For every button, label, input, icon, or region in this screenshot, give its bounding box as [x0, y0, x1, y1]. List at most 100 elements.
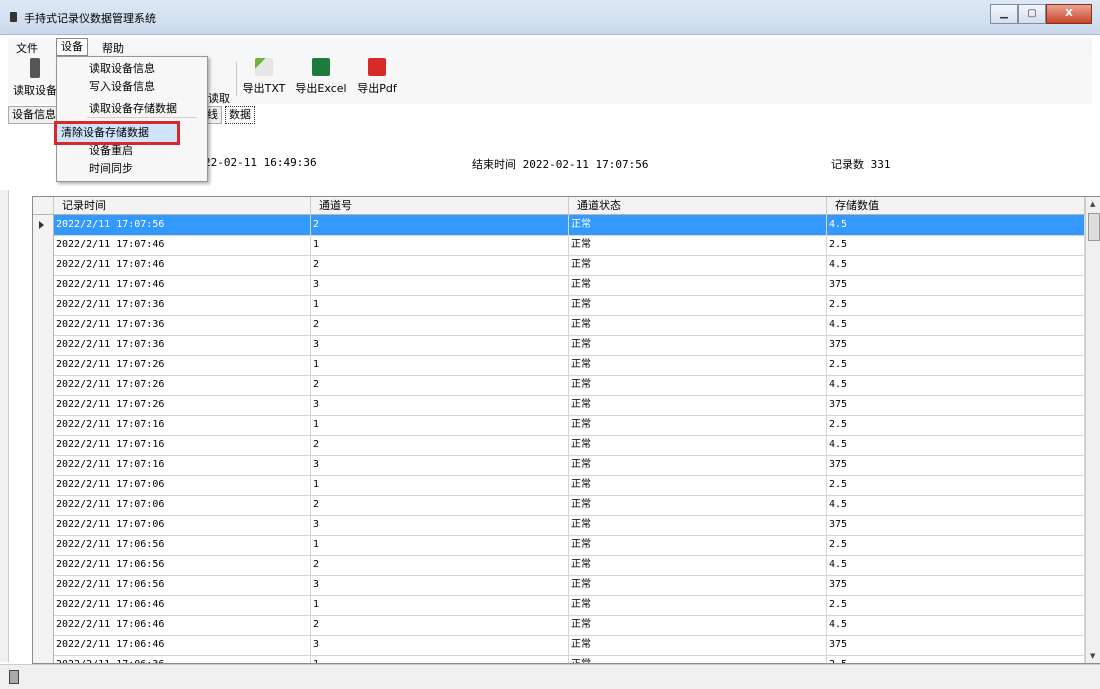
menu-item-read-device-info[interactable]: 读取设备信息: [61, 61, 203, 77]
cell-channel[interactable]: 3: [311, 575, 569, 595]
row-header[interactable]: [33, 215, 54, 235]
cell-status[interactable]: 正常: [569, 415, 827, 435]
cell-value[interactable]: 375: [827, 275, 1085, 295]
cell-record-time[interactable]: 2022/2/11 17:06:46: [54, 635, 311, 655]
row-header[interactable]: [33, 495, 54, 515]
menu-item-device-restart[interactable]: 设备重启: [61, 143, 203, 159]
cell-value[interactable]: 4.5: [827, 495, 1085, 515]
minimize-button[interactable]: ▁: [990, 4, 1018, 24]
cell-value[interactable]: 2.5: [827, 415, 1085, 435]
cell-status[interactable]: 正常: [569, 215, 827, 235]
cell-record-time[interactable]: 2022/2/11 17:07:46: [54, 275, 311, 295]
cell-channel[interactable]: 3: [311, 455, 569, 475]
cell-status[interactable]: 正常: [569, 655, 827, 663]
table-row[interactable]: 2022/2/11 17:07:06 3 正常 375: [33, 515, 1085, 536]
cell-channel[interactable]: 3: [311, 635, 569, 655]
cell-record-time[interactable]: 2022/2/11 17:07:36: [54, 335, 311, 355]
cell-record-time[interactable]: 2022/2/11 17:07:26: [54, 355, 311, 375]
cell-value[interactable]: 2.5: [827, 295, 1085, 315]
cell-channel[interactable]: 1: [311, 355, 569, 375]
scroll-down-icon[interactable]: ▼: [1090, 652, 1095, 660]
row-header[interactable]: [33, 375, 54, 395]
cell-channel[interactable]: 3: [311, 335, 569, 355]
row-header[interactable]: [33, 575, 54, 595]
cell-record-time[interactable]: 2022/2/11 17:06:56: [54, 535, 311, 555]
row-header[interactable]: [33, 255, 54, 275]
cell-value[interactable]: 375: [827, 575, 1085, 595]
cell-record-time[interactable]: 2022/2/11 17:07:26: [54, 395, 311, 415]
menu-item-time-sync[interactable]: 时间同步: [61, 161, 203, 177]
cell-record-time[interactable]: 2022/2/11 17:06:46: [54, 615, 311, 635]
row-header[interactable]: [33, 315, 54, 335]
cell-channel[interactable]: 3: [311, 515, 569, 535]
cell-record-time[interactable]: 2022/2/11 17:07:06: [54, 515, 311, 535]
read-button[interactable]: 读取: [204, 90, 234, 106]
cell-value[interactable]: 4.5: [827, 375, 1085, 395]
cell-status[interactable]: 正常: [569, 315, 827, 335]
cell-channel[interactable]: 1: [311, 415, 569, 435]
cell-value[interactable]: 2.5: [827, 355, 1085, 375]
cell-record-time[interactable]: 2022/2/11 17:07:56: [54, 215, 311, 235]
row-header[interactable]: [33, 475, 54, 495]
table-row[interactable]: 2022/2/11 17:06:56 1 正常 2.5: [33, 535, 1085, 556]
cell-record-time[interactable]: 2022/2/11 17:07:06: [54, 495, 311, 515]
cell-record-time[interactable]: 2022/2/11 17:06:56: [54, 555, 311, 575]
cell-value[interactable]: 375: [827, 635, 1085, 655]
cell-record-time[interactable]: 2022/2/11 17:07:16: [54, 455, 311, 475]
cell-status[interactable]: 正常: [569, 535, 827, 555]
row-header[interactable]: [33, 455, 54, 475]
cell-status[interactable]: 正常: [569, 635, 827, 655]
cell-record-time[interactable]: 2022/2/11 17:07:16: [54, 435, 311, 455]
row-header[interactable]: [33, 235, 54, 255]
close-button[interactable]: X: [1046, 4, 1092, 24]
cell-status[interactable]: 正常: [569, 255, 827, 275]
cell-status[interactable]: 正常: [569, 515, 827, 535]
cell-record-time[interactable]: 2022/2/11 17:06:36: [54, 655, 311, 663]
export-excel-button[interactable]: 导出Excel: [290, 56, 352, 96]
cell-value[interactable]: 4.5: [827, 555, 1085, 575]
row-header[interactable]: [33, 275, 54, 295]
cell-value[interactable]: 4.5: [827, 615, 1085, 635]
cell-value[interactable]: 4.5: [827, 435, 1085, 455]
tab-device-info[interactable]: 设备信息: [8, 106, 60, 124]
cell-status[interactable]: 正常: [569, 275, 827, 295]
cell-channel[interactable]: 1: [311, 655, 569, 663]
row-header[interactable]: [33, 395, 54, 415]
row-header[interactable]: [33, 355, 54, 375]
scroll-thumb[interactable]: [1088, 213, 1100, 241]
table-row[interactable]: 2022/2/11 17:07:56 2 正常 4.5: [33, 215, 1085, 236]
scroll-up-icon[interactable]: ▲: [1090, 200, 1095, 208]
cell-value[interactable]: 375: [827, 395, 1085, 415]
row-header[interactable]: [33, 535, 54, 555]
table-row[interactable]: 2022/2/11 17:06:46 2 正常 4.5: [33, 615, 1085, 636]
cell-status[interactable]: 正常: [569, 355, 827, 375]
menu-item-write-device-info[interactable]: 写入设备信息: [61, 79, 203, 95]
table-row[interactable]: 2022/2/11 17:07:36 2 正常 4.5: [33, 315, 1085, 336]
table-row[interactable]: 2022/2/11 17:07:16 1 正常 2.5: [33, 415, 1085, 436]
menu-help[interactable]: 帮助: [98, 40, 128, 56]
cell-status[interactable]: 正常: [569, 435, 827, 455]
table-row[interactable]: 2022/2/11 17:07:06 1 正常 2.5: [33, 475, 1085, 496]
cell-channel[interactable]: 1: [311, 535, 569, 555]
cell-value[interactable]: 2.5: [827, 655, 1085, 663]
cell-channel[interactable]: 1: [311, 235, 569, 255]
cell-record-time[interactable]: 2022/2/11 17:06:56: [54, 575, 311, 595]
table-row[interactable]: 2022/2/11 17:07:46 2 正常 4.5: [33, 255, 1085, 276]
menu-device[interactable]: 设备: [56, 38, 88, 56]
menu-item-read-stored-data[interactable]: 读取设备存储数据: [61, 101, 203, 117]
vertical-scrollbar[interactable]: ▲ ▼: [1085, 197, 1100, 663]
cell-record-time[interactable]: 2022/2/11 17:07:36: [54, 315, 311, 335]
table-row[interactable]: 2022/2/11 17:06:56 2 正常 4.5: [33, 555, 1085, 576]
cell-status[interactable]: 正常: [569, 575, 827, 595]
cell-status[interactable]: 正常: [569, 335, 827, 355]
cell-channel[interactable]: 2: [311, 375, 569, 395]
row-header[interactable]: [33, 635, 54, 655]
cell-record-time[interactable]: 2022/2/11 17:07:46: [54, 255, 311, 275]
menu-item-clear-stored-data[interactable]: 清除设备存储数据: [54, 121, 180, 145]
table-row[interactable]: 2022/2/11 17:06:46 3 正常 375: [33, 635, 1085, 656]
cell-value[interactable]: 4.5: [827, 215, 1085, 235]
cell-channel[interactable]: 2: [311, 435, 569, 455]
cell-value[interactable]: 375: [827, 455, 1085, 475]
row-header[interactable]: [33, 555, 54, 575]
cell-value[interactable]: 2.5: [827, 235, 1085, 255]
